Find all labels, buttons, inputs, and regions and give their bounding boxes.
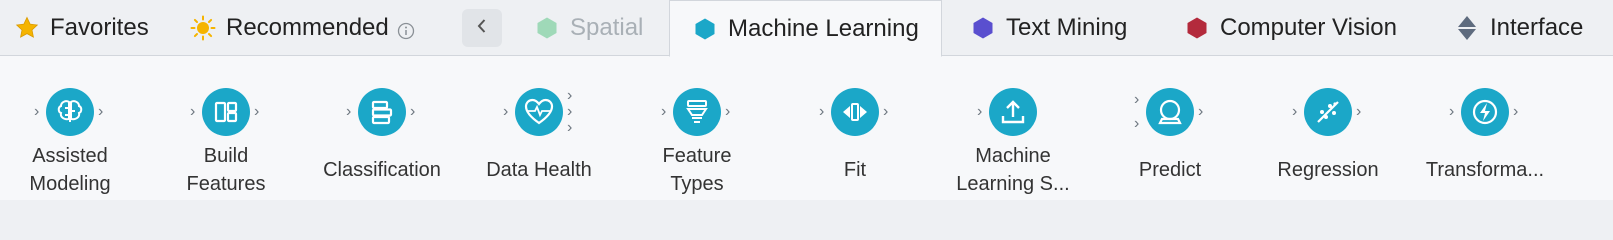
feature-types-icon (673, 88, 721, 136)
output-arrow-icon: › (1198, 103, 1204, 120)
tab-text-mining[interactable]: Text Mining (970, 0, 1127, 56)
tool-label: Regression (1277, 159, 1379, 181)
tool-data-health[interactable]: › › › › Data Health (459, 82, 619, 200)
hexagon-icon (534, 15, 560, 41)
output-arrow-icon: › (725, 103, 731, 120)
input-arrow-icon: › (503, 103, 509, 120)
input-arrow-icon: › (977, 103, 983, 120)
input-arrow-icon: › (1449, 103, 1455, 120)
output-arrow-icon: › (254, 103, 260, 120)
input-arrow-icon: › (1134, 91, 1140, 108)
tab-interface[interactable]: Interface (1454, 0, 1583, 56)
output-arrow-icon: › (567, 119, 573, 136)
hexagon-icon (970, 15, 996, 41)
input-arrow-icon: › (1134, 115, 1140, 132)
classification-icon (358, 88, 406, 136)
tab-label: Computer Vision (1220, 14, 1397, 41)
hexagon-icon (1184, 15, 1210, 41)
info-icon[interactable] (397, 19, 415, 40)
tool-label: Predict (1138, 159, 1202, 181)
tool-machine-learning-s[interactable]: › Machine Learning S... (933, 82, 1093, 200)
tab-label: Machine Learning (728, 14, 919, 42)
upload-icon (989, 88, 1037, 136)
brain-icon (46, 88, 94, 136)
output-arrow-icon: › (567, 87, 573, 104)
tab-label: Interface (1490, 14, 1584, 41)
output-arrow-icon: › (98, 103, 104, 120)
tab-machine-learning[interactable]: Machine Learning (669, 0, 942, 57)
scroll-left-button[interactable] (462, 9, 502, 47)
tab-label: Favorites (50, 14, 149, 41)
input-arrow-icon: › (819, 103, 825, 120)
output-arrow-icon: › (567, 103, 573, 120)
tool-label: Transforma... (1425, 159, 1545, 181)
output-arrow-icon: › (410, 103, 416, 120)
fit-icon (831, 88, 879, 136)
tool-assisted-modeling[interactable]: › › Assisted Modeling (0, 82, 150, 200)
tool-feature-types[interactable]: › › Feature Types (617, 82, 777, 200)
tab-recommended[interactable]: Recommended (190, 0, 415, 56)
tool-label: Build Features (186, 145, 266, 195)
output-arrow-icon: › (1356, 103, 1362, 120)
tool-label: Feature Types (662, 145, 732, 195)
tab-bar: Favorites Recommended Spatial Machine Le… (0, 0, 1613, 57)
chevron-left-icon (475, 17, 489, 40)
tool-label: Machine Learning S... (956, 145, 1070, 195)
crystal-ball-icon (1146, 88, 1194, 136)
input-arrow-icon: › (34, 103, 40, 120)
heart-pulse-icon (515, 88, 563, 136)
build-features-icon (202, 88, 250, 136)
input-arrow-icon: › (661, 103, 667, 120)
tool-build-features[interactable]: › › Build Features (146, 82, 306, 200)
star-icon (14, 15, 40, 41)
tab-computer-vision[interactable]: Computer Vision (1184, 0, 1397, 56)
tool-label: Assisted Modeling (29, 145, 111, 195)
output-arrow-icon: › (883, 103, 889, 120)
diamond-icon (1454, 15, 1480, 41)
tab-spatial[interactable]: Spatial (534, 0, 643, 56)
regression-icon (1304, 88, 1352, 136)
tool-label: Data Health (486, 159, 592, 181)
tab-label: Spatial (570, 14, 644, 41)
tool-label: Classification (323, 159, 441, 181)
tab-favorites[interactable]: Favorites (14, 0, 149, 56)
tab-label: Text Mining (1006, 14, 1128, 41)
tool-predict[interactable]: › › › Predict (1090, 82, 1250, 200)
hexagon-icon (692, 16, 718, 42)
tab-label: Recommended (226, 14, 389, 41)
input-arrow-icon: › (346, 103, 352, 120)
tool-label: Fit (843, 159, 867, 181)
lightning-icon (1461, 88, 1509, 136)
input-arrow-icon: › (1292, 103, 1298, 120)
tool-fit[interactable]: › › Fit (775, 82, 935, 200)
tool-classification[interactable]: › › Classification (302, 82, 462, 200)
tool-regression[interactable]: › › Regression (1248, 82, 1408, 200)
tool-transformation[interactable]: › › Transforma... (1405, 82, 1565, 200)
sun-icon (190, 15, 216, 41)
input-arrow-icon: › (190, 103, 196, 120)
output-arrow-icon: › (1513, 103, 1519, 120)
